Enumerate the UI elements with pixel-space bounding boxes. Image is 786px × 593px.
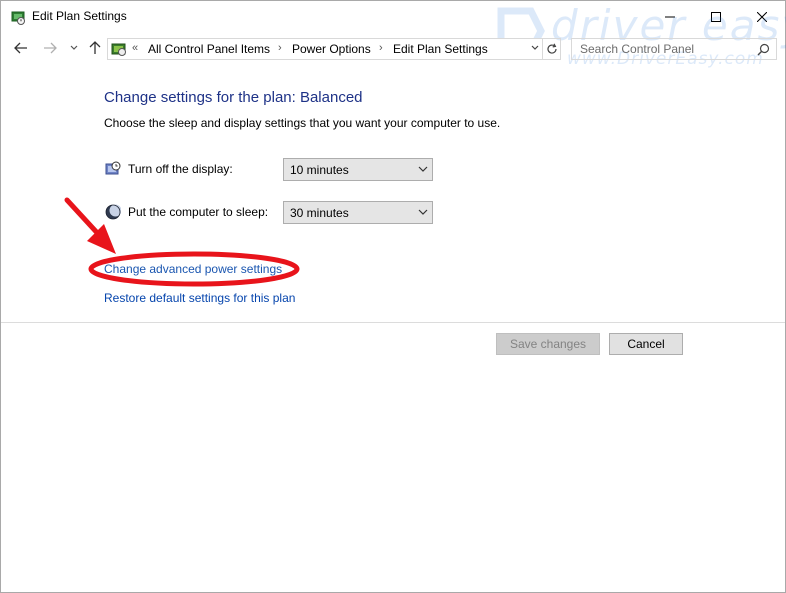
breadcrumb-all-control-panel-items[interactable]: All Control Panel Items [148,42,270,56]
up-arrow-icon [89,41,101,54]
cancel-button[interactable]: Cancel [609,333,683,355]
control-panel-icon [111,43,126,56]
forward-button[interactable] [41,39,59,57]
sleep-timeout-label: Put the computer to sleep: [128,205,269,219]
close-icon [757,11,767,22]
back-button[interactable] [12,39,30,57]
change-advanced-power-settings-link[interactable]: Change advanced power settings [104,262,282,276]
title-bar: Edit Plan Settings [1,1,785,32]
search-icon [757,43,770,56]
address-bar[interactable]: « All Control Panel Items › Power Option… [107,38,543,60]
recent-locations-button[interactable] [65,39,83,57]
window-title: Edit Plan Settings [32,9,127,23]
breadcrumb-edit-plan-settings[interactable]: Edit Plan Settings [393,42,488,56]
refresh-button[interactable] [543,38,561,60]
page-description: Choose the sleep and display settings th… [104,116,501,130]
power-options-icon [11,11,25,25]
sleep-moon-icon [105,204,121,220]
save-changes-button[interactable]: Save changes [496,333,600,355]
display-timeout-select[interactable]: 10 minutes [283,158,433,181]
chevron-down-icon [418,166,428,172]
display-icon [105,161,121,175]
sleep-timeout-select[interactable]: 30 minutes [283,201,433,224]
sleep-timeout-value: 30 minutes [290,206,349,220]
restore-default-settings-link[interactable]: Restore default settings for this plan [104,291,295,305]
chevron-down-icon [531,45,539,50]
address-dropdown-button[interactable] [528,41,542,57]
breadcrumb-separator[interactable]: › [278,42,282,54]
display-timeout-label: Turn off the display: [128,162,233,176]
maximize-icon [711,11,721,22]
breadcrumb-separator[interactable]: › [379,42,383,54]
chevron-down-icon [70,45,78,50]
close-button[interactable] [739,1,785,32]
chevron-down-icon [418,209,428,215]
search-box[interactable] [571,38,777,60]
up-button[interactable] [86,39,104,57]
page-title: Change settings for the plan: Balanced [104,89,363,106]
back-arrow-icon [14,42,27,54]
minimize-icon [665,16,675,17]
forward-arrow-icon [44,42,57,54]
breadcrumb-power-options[interactable]: Power Options [292,42,371,56]
minimize-button[interactable] [647,1,693,32]
refresh-icon [546,43,557,54]
edit-plan-settings-window: Edit Plan Settings driver easy www.Drive… [0,0,786,593]
maximize-button[interactable] [693,1,739,32]
divider [1,322,785,323]
breadcrumb-overflow[interactable]: « [132,42,138,54]
display-timeout-value: 10 minutes [290,163,349,177]
search-input[interactable] [580,42,750,56]
